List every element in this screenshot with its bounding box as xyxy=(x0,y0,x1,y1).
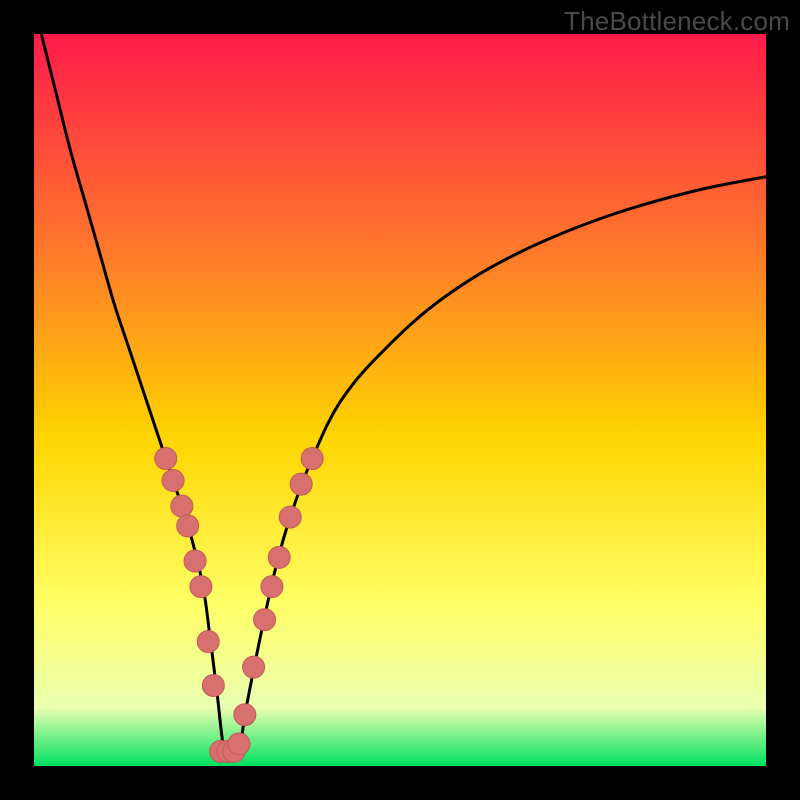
plot-area xyxy=(34,34,766,766)
chart-frame: TheBottleneck.com xyxy=(0,0,800,800)
curve-marker xyxy=(202,674,224,696)
watermark-text: TheBottleneck.com xyxy=(564,6,790,37)
bottleneck-chart xyxy=(34,34,766,766)
curve-marker xyxy=(177,515,199,537)
curve-marker xyxy=(197,631,219,653)
curve-marker xyxy=(234,704,256,726)
curve-marker xyxy=(184,550,206,572)
curve-marker xyxy=(301,448,323,470)
curve-marker xyxy=(228,733,250,755)
curve-marker xyxy=(190,576,212,598)
curve-marker xyxy=(279,506,301,528)
curve-marker xyxy=(254,609,276,631)
gradient-background xyxy=(34,34,766,766)
curve-marker xyxy=(268,546,290,568)
curve-marker xyxy=(261,576,283,598)
curve-marker xyxy=(243,656,265,678)
curve-marker xyxy=(171,495,193,517)
curve-marker xyxy=(290,473,312,495)
curve-marker xyxy=(155,448,177,470)
curve-marker xyxy=(162,470,184,492)
